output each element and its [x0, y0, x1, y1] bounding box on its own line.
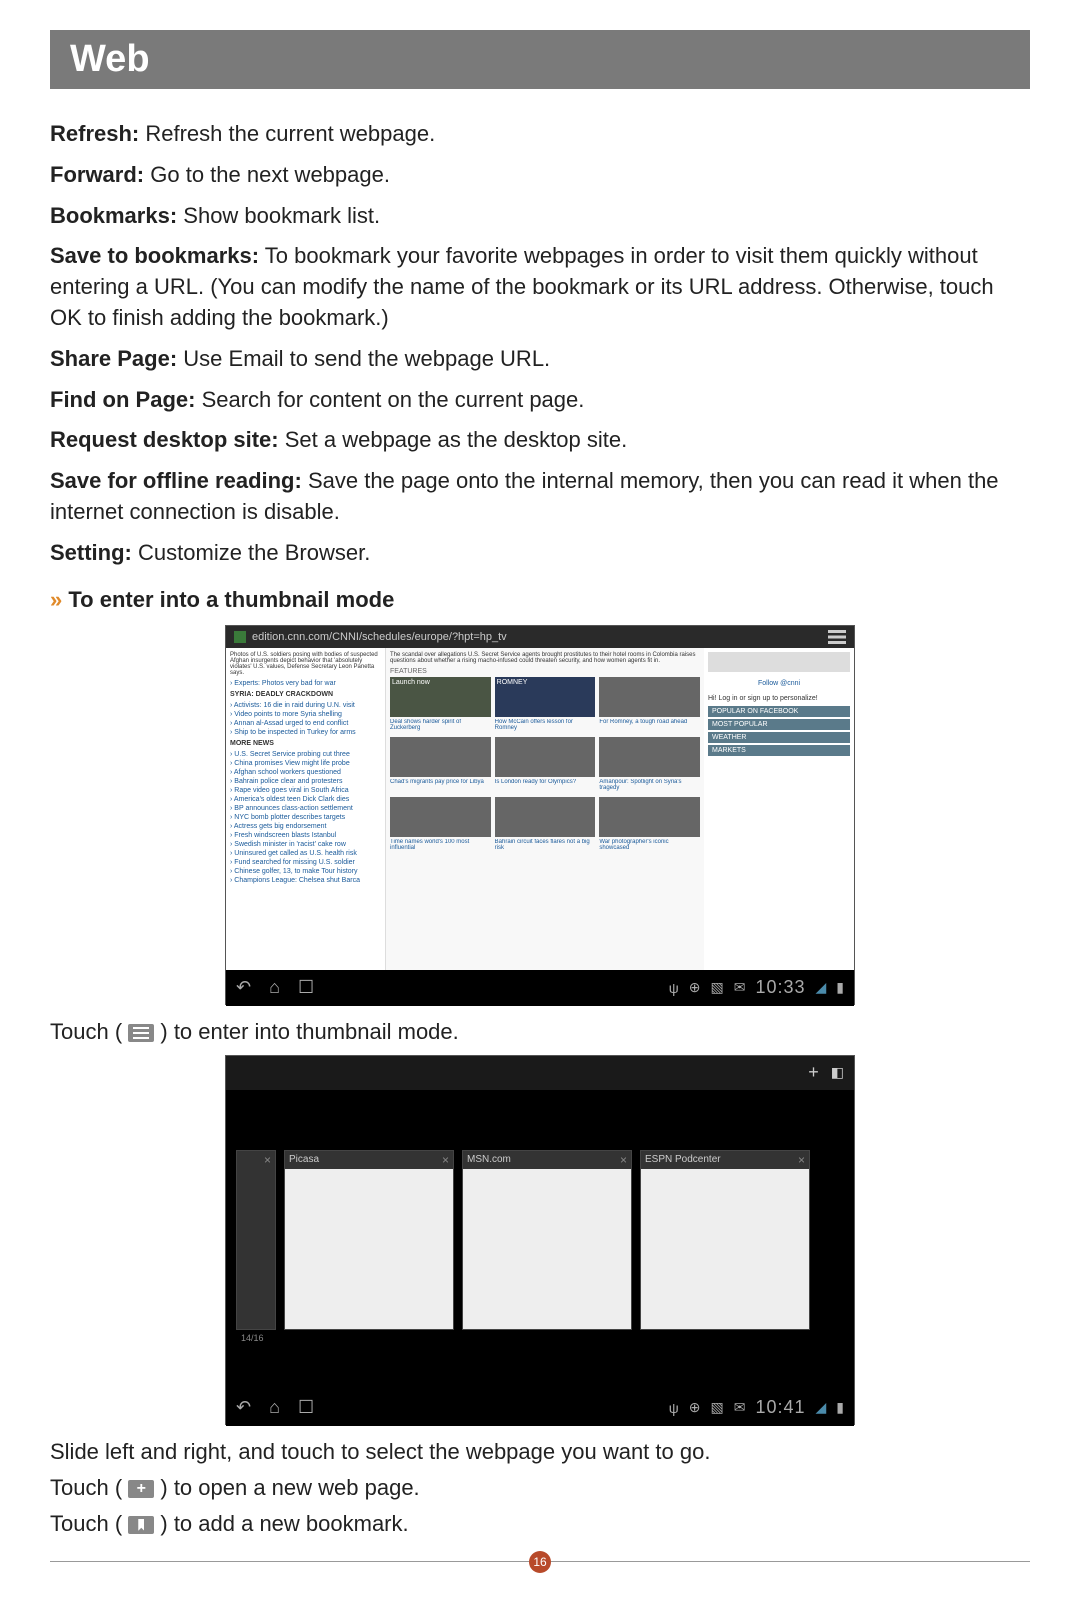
close-icon: × [620, 1153, 627, 1167]
def-find-on-page: Find on Page: Search for content on the … [50, 385, 1030, 416]
new-tab-icon: + [808, 1062, 819, 1083]
section-header: Web [50, 30, 1030, 89]
bookmark-icon [128, 1516, 154, 1534]
status-bar: ↶ ⌂ ☐ ψ ⊕ ▧ ✉ 10:41 ◢ ▮ [226, 1390, 854, 1426]
mail-icon: ✉ [734, 1399, 746, 1416]
bookmark-icon: ◧ [831, 1064, 844, 1081]
instruction-2: Slide left and right, and touch to selec… [50, 1439, 1030, 1465]
status-time: 10:41 [755, 1397, 805, 1418]
home-icon: ⌂ [269, 977, 280, 998]
thumb-msn: MSN.com× [462, 1150, 632, 1330]
battery-icon: ▮ [836, 979, 844, 996]
tab-count: 14/16 [241, 1333, 264, 1343]
top-bar: + ◧ [226, 1056, 854, 1090]
def-share-page: Share Page: Use Email to send the webpag… [50, 344, 1030, 375]
wifi-icon: ◢ [816, 979, 827, 996]
usb-icon: ψ [669, 980, 679, 996]
browser-screenshot-2: + ◧ × 14/16 Picasa× MSN.com× ESPN Podcen… [225, 1055, 855, 1425]
wifi-icon: ◢ [816, 1399, 827, 1416]
usb-icon: ψ [669, 1400, 679, 1416]
mid-column: The scandal over allegations U.S. Secret… [386, 648, 704, 970]
status-bar: ↶ ⌂ ☐ ψ ⊕ ▧ ✉ 10:33 ◢ ▮ [226, 970, 854, 1006]
def-bookmarks: Bookmarks: Show bookmark list. [50, 201, 1030, 232]
page-content: Photos of U.S. soldiers posing with bodi… [226, 648, 854, 970]
left-column: Photos of U.S. soldiers posing with bodi… [226, 648, 386, 970]
def-refresh: Refresh: Refresh the current webpage. [50, 119, 1030, 150]
thumb-espn: ESPN Podcenter× [640, 1150, 810, 1330]
page-number: 16 [50, 1551, 1030, 1573]
def-setting: Setting: Customize the Browser. [50, 538, 1030, 569]
def-save-offline: Save for offline reading: Save the page … [50, 466, 1030, 528]
close-icon: × [442, 1153, 449, 1167]
home-icon: ⌂ [269, 1397, 280, 1418]
instruction-4: Touch ( ) to add a new bookmark. [50, 1511, 1030, 1537]
debug-icon: ⊕ [689, 1399, 701, 1416]
subheading-thumbnail-mode: » To enter into a thumbnail mode [50, 587, 1030, 613]
def-save-to-bookmarks: Save to bookmarks: To bookmark your favo… [50, 241, 1030, 333]
instruction-3: Touch ( + ) to open a new web page. [50, 1475, 1030, 1501]
close-icon: × [798, 1153, 805, 1167]
debug-icon: ⊕ [689, 979, 701, 996]
site-favicon [234, 631, 246, 643]
def-request-desktop: Request desktop site: Set a webpage as t… [50, 425, 1030, 456]
sd-icon: ▧ [710, 979, 723, 996]
recent-icon: ☐ [298, 977, 314, 998]
thumb-picasa: Picasa× [284, 1150, 454, 1330]
instruction-1: Touch ( ) to enter into thumbnail mode. [50, 1019, 1030, 1045]
menu-icon [828, 630, 846, 644]
back-icon: ↶ [236, 977, 251, 998]
thumbnail-carousel: × 14/16 Picasa× MSN.com× ESPN Podcenter× [226, 1090, 854, 1390]
mail-icon: ✉ [734, 979, 746, 996]
thumb-partial-left: × 14/16 [236, 1150, 276, 1330]
url-bar: edition.cnn.com/CNNI/schedules/europe/?h… [226, 626, 854, 648]
back-icon: ↶ [236, 1397, 251, 1418]
recent-icon: ☐ [298, 1397, 314, 1418]
sd-icon: ▧ [710, 1399, 723, 1416]
def-forward: Forward: Go to the next webpage. [50, 160, 1030, 191]
battery-icon: ▮ [836, 1399, 844, 1416]
definition-list: Refresh: Refresh the current webpage. Fo… [50, 119, 1030, 569]
chevrons-icon: » [50, 587, 58, 612]
right-column: Follow @cnni Hi! Log in or sign up to pe… [704, 648, 854, 970]
plus-icon: + [128, 1480, 154, 1498]
status-time: 10:33 [755, 977, 805, 998]
browser-screenshot-1: edition.cnn.com/CNNI/schedules/europe/?h… [225, 625, 855, 1005]
url-text: edition.cnn.com/CNNI/schedules/europe/?h… [252, 631, 507, 643]
menu-icon [128, 1024, 154, 1042]
close-icon: × [264, 1153, 271, 1167]
